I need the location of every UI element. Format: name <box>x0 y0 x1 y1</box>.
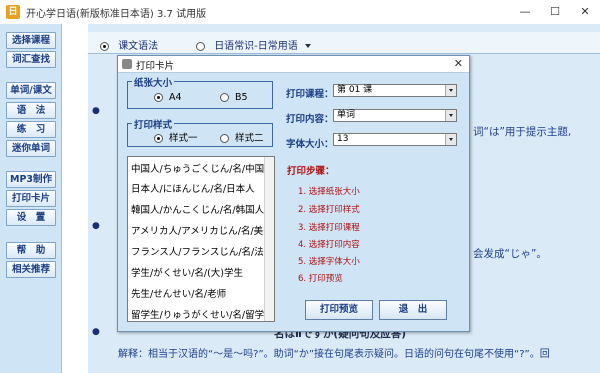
sidebar-item-mp3[interactable]: MP3制作 <box>6 171 56 188</box>
dialog-title: 打印卡片 <box>136 61 175 72</box>
sidebar: 选择课程 词汇查找 单词/课文 语 法 练 习 迷你单词 MP3制作 打印卡片 … <box>0 24 62 373</box>
sidebar-item-words-text[interactable]: 单词/课文 <box>6 82 56 99</box>
content-select[interactable]: 单词 <box>333 109 457 122</box>
sidebar-item-mini-words[interactable]: 迷你单词 <box>6 140 56 157</box>
paper-a4-label: A4 <box>169 92 182 103</box>
font-size-select-value: 13 <box>337 134 349 144</box>
font-size-label: 字体大小： <box>286 139 334 150</box>
maximize-icon[interactable]: ☐ <box>540 0 570 24</box>
list-item[interactable]: 韓国人/かんこくじん/名/韩国人 <box>131 202 264 216</box>
radio-selected-icon <box>154 93 163 102</box>
print-step: 4. 选择打印内容 <box>298 240 360 250</box>
background-text-line: 会发成“じゃ”。 <box>473 248 547 260</box>
radio-selected-icon <box>100 41 109 51</box>
close-icon[interactable]: ✕ <box>454 57 463 70</box>
list-item[interactable]: アメリカ人/アメリカじん/名/美国 <box>131 223 273 237</box>
app-logo-icon: 日 <box>6 5 20 19</box>
sidebar-item-grammar[interactable]: 语 法 <box>6 102 56 119</box>
option-common-knowledge[interactable]: 日语常识-日常用语 <box>196 37 311 52</box>
chevron-down-icon[interactable] <box>445 85 456 96</box>
sidebar-item-settings[interactable]: 设 置 <box>6 209 56 226</box>
paper-a4-option[interactable]: A4 <box>154 92 182 103</box>
sidebar-item-recommend[interactable]: 相关推荐 <box>6 261 56 278</box>
font-size-select[interactable]: 13 <box>333 133 457 146</box>
sidebar-item-word-lookup[interactable]: 词汇查找 <box>6 51 56 68</box>
course-select-value: 第 01 课 <box>337 85 373 95</box>
print-preview-button[interactable]: 打印预览 <box>305 300 373 320</box>
style-two-label: 样式二 <box>235 133 264 144</box>
chevron-down-icon[interactable] <box>304 44 311 48</box>
sidebar-item-print-cards[interactable]: 打印卡片 <box>6 190 56 207</box>
close-icon[interactable]: ✕ <box>570 0 600 24</box>
print-step: 3. 选择打印课程 <box>298 223 360 233</box>
radio-selected-icon <box>154 134 163 143</box>
content-label: 打印内容： <box>286 114 334 125</box>
chevron-down-icon[interactable] <box>445 134 456 145</box>
dialog-title-bar: 打印卡片 ✕ <box>118 56 469 73</box>
title-bar: 日 开心学日语(新版标准日本语) 3.7 试用版 — ☐ ✕ <box>0 0 600 24</box>
list-item[interactable]: 中国人/ちゅうごくじん/名/中国 <box>131 161 264 175</box>
paper-b5-label: B5 <box>235 92 248 103</box>
style-two-option[interactable]: 样式二 <box>220 130 264 144</box>
printer-icon <box>122 59 132 69</box>
background-text-line: 词“は”用于提示主题, <box>473 126 572 138</box>
radio-unselected-icon <box>196 41 205 51</box>
style-one-option[interactable]: 样式一 <box>154 130 198 144</box>
minimize-icon[interactable]: — <box>510 0 540 24</box>
chevron-down-icon[interactable] <box>445 110 456 121</box>
print-steps-title: 打印步骤： <box>287 166 335 177</box>
window-title: 开心学日语(新版标准日本语) 3.7 试用版 <box>26 8 207 20</box>
explanation-text: 解释：相当于汉语的“～是～吗?”。助词“か”接在句尾表示疑问。日语的问句在句尾不… <box>118 349 550 360</box>
bullet-icon: ● <box>92 221 100 231</box>
list-item[interactable]: 学生/がくせい/名/(大)学生 <box>131 265 243 279</box>
print-step: 6. 打印预览 <box>298 274 343 284</box>
option-text-grammar[interactable]: 课文语法 <box>100 37 158 52</box>
style-one-label: 样式一 <box>169 133 198 144</box>
sidebar-item-practice[interactable]: 练 习 <box>6 121 56 138</box>
app-window: 日 开心学日语(新版标准日本语) 3.7 试用版 — ☐ ✕ 选择课程 词汇查找… <box>0 0 600 373</box>
list-item[interactable]: 先生/せんせい/名/老师 <box>131 286 226 300</box>
bullet-icon: ● <box>92 327 100 337</box>
content-type-bar: 课文语法 日语常识-日常用语 <box>88 32 600 54</box>
course-label: 打印课程： <box>286 89 334 100</box>
word-list[interactable]: 中国人/ちゅうごくじん/名/中国 日本人/にほんじん/名/日本人 韓国人/かんこ… <box>127 156 275 322</box>
list-item[interactable]: フランス人/フランスじん/名/法国 <box>131 244 273 258</box>
paper-size-group: 纸张大小 A4 B5 <box>127 75 273 109</box>
paper-b5-option[interactable]: B5 <box>220 92 248 103</box>
list-scrollbar[interactable] <box>264 157 274 321</box>
print-style-group: 打印样式 样式一 样式二 <box>127 117 273 147</box>
exit-button[interactable]: 退 出 <box>379 300 447 320</box>
content-select-value: 单词 <box>337 110 356 120</box>
radio-unselected-icon <box>220 93 229 102</box>
list-item[interactable]: 日本人/にほんじん/名/日本人 <box>131 181 255 195</box>
option-common-knowledge-label: 日语常识-日常用语 <box>214 41 298 52</box>
sidebar-item-select-course[interactable]: 选择课程 <box>6 32 56 49</box>
print-step: 5. 选择字体大小 <box>298 257 360 267</box>
list-item[interactable]: 留学生/りゅうがくせい/名/留学生 <box>131 307 274 321</box>
bullet-icon: ● <box>92 106 100 116</box>
sidebar-item-help[interactable]: 帮 助 <box>6 242 56 259</box>
paper-size-group-title: 纸张大小 <box>132 75 175 89</box>
print-step: 2. 选择打印样式 <box>298 205 360 215</box>
option-text-grammar-label: 课文语法 <box>118 41 159 52</box>
print-step: 1. 选择纸张大小 <box>298 187 360 197</box>
print-style-group-title: 打印样式 <box>132 117 175 131</box>
radio-unselected-icon <box>220 134 229 143</box>
course-select[interactable]: 第 01 课 <box>333 84 457 97</box>
